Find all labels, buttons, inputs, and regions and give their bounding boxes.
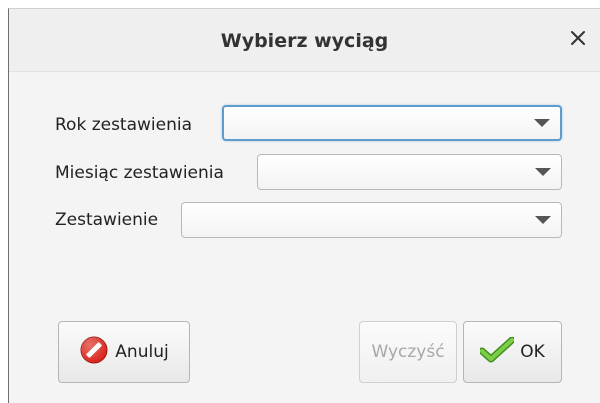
select-statement-dialog: Wybierz wyciąg Rok zestawienia Miesiąc z… xyxy=(8,8,600,403)
clear-button[interactable]: Wyczyść xyxy=(359,321,457,383)
cancel-label: Anuluj xyxy=(115,342,169,362)
cancel-button[interactable]: Anuluj xyxy=(58,321,190,383)
statement-combobox[interactable] xyxy=(181,202,562,238)
month-label: Miesiąc zestawienia xyxy=(55,163,224,183)
close-button[interactable] xyxy=(566,26,590,50)
ok-button[interactable]: OK xyxy=(463,321,562,383)
month-combobox[interactable] xyxy=(257,154,562,190)
year-combobox[interactable] xyxy=(222,105,562,141)
year-label: Rok zestawienia xyxy=(55,115,193,135)
cancel-icon xyxy=(79,335,109,370)
ok-label: OK xyxy=(520,342,545,362)
chevron-down-icon xyxy=(535,216,551,224)
chevron-down-icon xyxy=(535,168,551,176)
dialog-titlebar: Wybierz wyciąg xyxy=(9,9,600,72)
close-icon xyxy=(571,31,585,45)
statement-label: Zestawienie xyxy=(55,210,159,230)
dialog-title: Wybierz wyciąg xyxy=(220,30,389,52)
clear-label: Wyczyść xyxy=(371,342,445,362)
checkmark-icon xyxy=(478,336,516,368)
chevron-down-icon xyxy=(534,119,550,127)
